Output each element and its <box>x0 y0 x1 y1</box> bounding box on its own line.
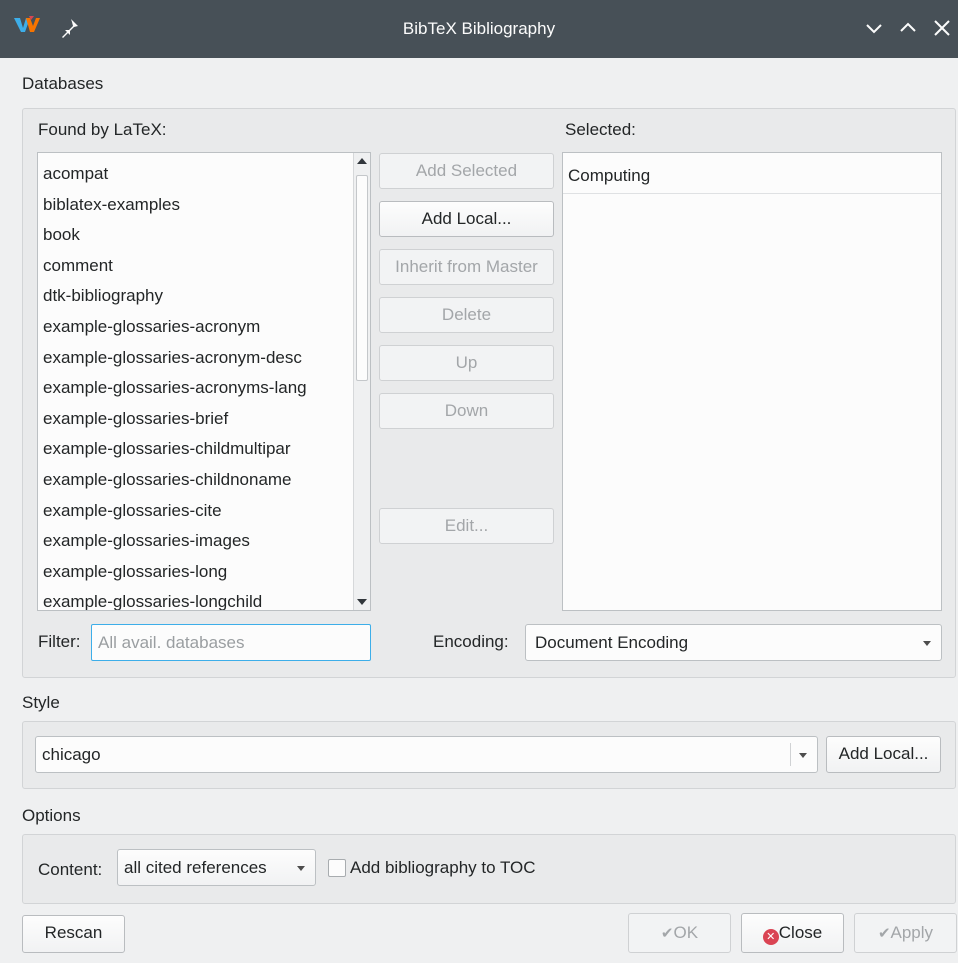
filter-label: Filter: <box>38 632 81 651</box>
content-value: all cited references <box>124 858 267 877</box>
options-section-label: Options <box>22 806 81 825</box>
list-item[interactable]: book <box>43 219 80 250</box>
list-item[interactable]: example-glossaries-images <box>43 525 250 556</box>
close-icon: ✕ <box>762 929 779 945</box>
list-item[interactable]: example-glossaries-childnoname <box>43 464 292 495</box>
selected-label: Selected: <box>565 120 636 139</box>
edit-button[interactable]: Edit... <box>379 508 554 544</box>
checkmark-icon: ✔ <box>660 925 674 942</box>
rescan-button[interactable]: Rescan <box>22 915 125 953</box>
list-item[interactable]: example-glossaries-acronym <box>43 311 260 342</box>
chevron-down-icon <box>297 866 305 871</box>
list-item[interactable]: example-glossaries-long <box>43 556 227 587</box>
encoding-label: Encoding: <box>433 632 509 651</box>
scroll-up-icon[interactable] <box>357 158 367 164</box>
add-selected-button[interactable]: Add Selected <box>379 153 554 189</box>
close-label: Close <box>778 923 823 942</box>
content-select[interactable]: all cited references <box>117 849 316 886</box>
list-item[interactable]: Computing <box>568 160 650 191</box>
chevron-down-icon <box>923 641 931 646</box>
ok-button[interactable]: ✔OK <box>628 913 731 953</box>
list-item[interactable]: example-glossaries-acronym-desc <box>43 342 302 373</box>
list-item[interactable]: acompat <box>43 158 108 189</box>
close-button[interactable]: ✕ Close <box>741 913 844 953</box>
list-item[interactable]: example-glossaries-brief <box>43 403 228 434</box>
title-bar[interactable]: BibTeX Bibliography <box>0 0 958 58</box>
encoding-value: Document Encoding <box>535 633 689 652</box>
add-local-database-button[interactable]: Add Local... <box>379 201 554 237</box>
up-button[interactable]: Up <box>379 345 554 381</box>
combo-separator <box>790 743 791 766</box>
down-button[interactable]: Down <box>379 393 554 429</box>
maximize-icon[interactable] <box>896 16 920 40</box>
add-to-toc-checkbox[interactable] <box>328 859 346 877</box>
list-item[interactable]: example-glossaries-longchild <box>43 586 262 610</box>
scroll-down-icon[interactable] <box>357 599 367 605</box>
style-value: chicago <box>42 745 101 764</box>
minimize-icon[interactable] <box>862 16 886 40</box>
apply-label: Apply <box>890 923 934 942</box>
style-section-label: Style <box>22 693 60 712</box>
found-list-scrollbar[interactable] <box>353 153 370 610</box>
style-combo[interactable]: chicago <box>35 736 818 773</box>
list-item[interactable]: example-glossaries-acronyms-lang <box>43 372 307 403</box>
selected-row-highlight <box>563 193 941 194</box>
checkmark-icon: ✔ <box>877 925 891 942</box>
ok-label: OK <box>673 923 699 942</box>
content-label: Content: <box>38 860 103 879</box>
found-databases-list[interactable]: acompat biblatex-examples book comment dtk-b… <box>37 152 371 611</box>
inherit-from-master-button[interactable]: Inherit from Master <box>379 249 554 285</box>
window-title: BibTeX Bibliography <box>402 19 556 38</box>
found-by-latex-label: Found by LaTeX: <box>38 120 167 139</box>
scroll-thumb[interactable] <box>356 175 368 381</box>
list-item[interactable]: dtk-bibliography <box>43 280 163 311</box>
apply-button[interactable]: ✔Apply <box>854 913 957 953</box>
delete-button[interactable]: Delete <box>379 297 554 333</box>
list-item[interactable]: example-glossaries-cite <box>43 495 222 526</box>
list-item[interactable]: example-glossaries-childmultipar <box>43 433 291 464</box>
encoding-select[interactable]: Document Encoding <box>525 624 942 661</box>
filter-input[interactable]: All avail. databases <box>91 624 371 661</box>
list-item[interactable]: biblatex-examples <box>43 189 180 220</box>
databases-section-label: Databases <box>22 74 104 93</box>
list-item[interactable]: comment <box>43 250 113 281</box>
add-to-toc-label[interactable]: Add bibliography to TOC <box>350 858 536 878</box>
close-window-icon[interactable] <box>930 16 954 40</box>
add-local-style-button[interactable]: Add Local... <box>826 736 941 773</box>
selected-databases-list[interactable]: Computing <box>562 152 942 611</box>
chevron-down-icon[interactable] <box>799 753 807 758</box>
filter-placeholder: All avail. databases <box>98 633 245 652</box>
